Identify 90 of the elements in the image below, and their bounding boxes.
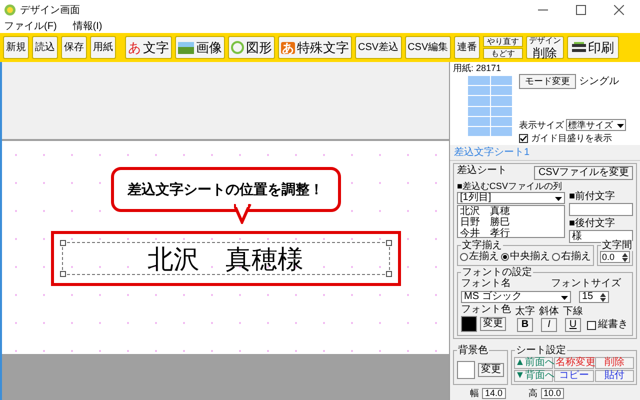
toolbar-button[interactable]: 図形 xyxy=(228,36,275,59)
sheet-action-button[interactable]: 削除 xyxy=(594,357,634,369)
window-title: デザイン画面 xyxy=(20,4,80,18)
landscape-image-icon xyxy=(178,42,194,54)
font-name-label: フォント名 xyxy=(461,279,511,289)
spinner-arrows-icon xyxy=(622,252,628,262)
style-label: 斜体 xyxy=(539,307,559,317)
resize-handle[interactable] xyxy=(60,271,66,277)
dropdown-arrow-icon xyxy=(555,194,562,202)
maximize-icon xyxy=(576,5,586,15)
toolbar-button[interactable]: CSV差込 xyxy=(355,36,402,59)
circle-icon xyxy=(231,41,244,54)
resize-handle[interactable] xyxy=(60,240,66,246)
style-label: 下線 xyxy=(563,307,583,317)
radio-button[interactable] xyxy=(501,253,509,261)
csv-change-button[interactable]: CSVファイルを変更 xyxy=(534,166,633,180)
mode-text: シングル xyxy=(579,76,619,86)
resize-handle[interactable] xyxy=(386,271,392,277)
radio-option[interactable]: 左揃え xyxy=(460,251,499,263)
guide-label: ガイド目盛りを表示 xyxy=(531,134,612,143)
toolbar-button[interactable]: 画像 xyxy=(175,36,225,59)
vertical-checkbox[interactable] xyxy=(587,320,596,330)
group-title: 文字揃え xyxy=(461,241,503,251)
hiragana-icon: あ xyxy=(281,42,295,54)
guide-checkbox[interactable] xyxy=(519,134,528,143)
dropdown-arrow-icon xyxy=(617,122,624,128)
callout-pointer-icon xyxy=(234,204,252,224)
csv-column-label: ■差込むCSVファイルの列 xyxy=(457,182,563,191)
dropdown-arrow-icon xyxy=(561,294,568,300)
paper-code-text: 用紙: 28171 xyxy=(453,64,502,73)
prefix-label: ■前付文字 xyxy=(569,192,616,202)
font-style-button[interactable]: B xyxy=(517,318,533,332)
menu-item[interactable]: 情報(I) xyxy=(72,22,102,32)
group-title: 文字間 xyxy=(601,241,633,251)
menu-item[interactable]: ファイル(F) xyxy=(4,22,57,32)
group-title: 差込シート xyxy=(457,166,507,176)
height-label: 高 xyxy=(528,389,538,398)
radio-button[interactable] xyxy=(460,253,468,261)
group-title: シート設定 xyxy=(515,346,567,356)
radio-option[interactable]: 右揃え xyxy=(552,251,591,263)
label-layout-preview xyxy=(467,75,513,137)
width-label: 幅 xyxy=(470,389,479,398)
toolbar-button[interactable]: CSV編集 xyxy=(404,36,452,59)
font-style-button[interactable]: I xyxy=(541,318,557,332)
sheet-action-button[interactable]: 名称変更 xyxy=(554,357,594,369)
font-style-button[interactable]: U xyxy=(565,318,581,332)
width-field[interactable]: 14.0 xyxy=(482,388,506,399)
prefix-field[interactable] xyxy=(569,203,633,216)
sheet-action-button[interactable]: コピー xyxy=(554,370,594,382)
redo-button[interactable]: やり直す xyxy=(483,36,524,47)
toolbar-button[interactable]: 新規 xyxy=(3,36,29,59)
group-title: フォントの設定 xyxy=(461,268,533,278)
font-size-spinner[interactable]: 15 xyxy=(579,291,609,303)
toolbar-button[interactable]: 保存 xyxy=(61,36,87,59)
sheet-action-button[interactable]: 貼付 xyxy=(594,370,634,382)
delete-design-button[interactable]: デザイン 削除 xyxy=(526,36,564,59)
color-change-button[interactable]: 変更 xyxy=(480,317,506,331)
font-size-label: フォントサイズ xyxy=(551,279,621,289)
toolbar-button[interactable]: 連番 xyxy=(454,36,480,59)
undo-button[interactable]: もどす xyxy=(483,48,524,59)
toolbar-button[interactable]: あ 文字 xyxy=(125,36,172,59)
list-item[interactable]: 日野 勝巳 xyxy=(460,217,562,228)
height-field[interactable]: 10.0 xyxy=(540,388,564,399)
mode-change-button[interactable]: モード変更 xyxy=(519,74,576,89)
group-title: 背景色 xyxy=(457,346,489,356)
suffix-label: ■後付文字 xyxy=(569,219,616,229)
toolbar-button[interactable]: 用紙 xyxy=(90,36,116,59)
close-icon xyxy=(614,5,624,15)
printer-icon xyxy=(572,42,586,53)
spacing-spinner[interactable]: 0.0 xyxy=(600,251,630,263)
merged-name-text: 北沢 真穂様 xyxy=(148,246,304,272)
radio-option[interactable]: 中央揃え xyxy=(501,251,550,263)
list-item[interactable]: 北沢 真穂 xyxy=(460,206,562,217)
toolbar-button[interactable]: あ 特殊文字 xyxy=(278,36,352,59)
toolbar-button[interactable]: 読込 xyxy=(32,36,58,59)
print-button[interactable]: 印刷 xyxy=(567,36,620,59)
spinner-arrows-icon xyxy=(600,292,606,302)
font-name-select[interactable]: MS ゴシック xyxy=(461,291,571,303)
display-size-label: 表示サイズ xyxy=(519,120,564,130)
csv-column-select[interactable]: [1列目] xyxy=(457,192,565,204)
app-logo-icon xyxy=(4,4,16,16)
vertical-label: 縦書き xyxy=(598,320,628,330)
resize-handle[interactable] xyxy=(386,240,392,246)
display-size-select[interactable]: 標準サイズ xyxy=(566,119,626,131)
radio-button[interactable] xyxy=(552,253,560,261)
hiragana-icon: あ xyxy=(128,41,141,54)
font-color-label: フォント色 xyxy=(461,305,511,315)
color-change-button[interactable]: 変更 xyxy=(478,362,504,376)
style-label: 太字 xyxy=(515,307,535,317)
text-sheet[interactable]: 北沢 真穂様 xyxy=(62,242,390,275)
